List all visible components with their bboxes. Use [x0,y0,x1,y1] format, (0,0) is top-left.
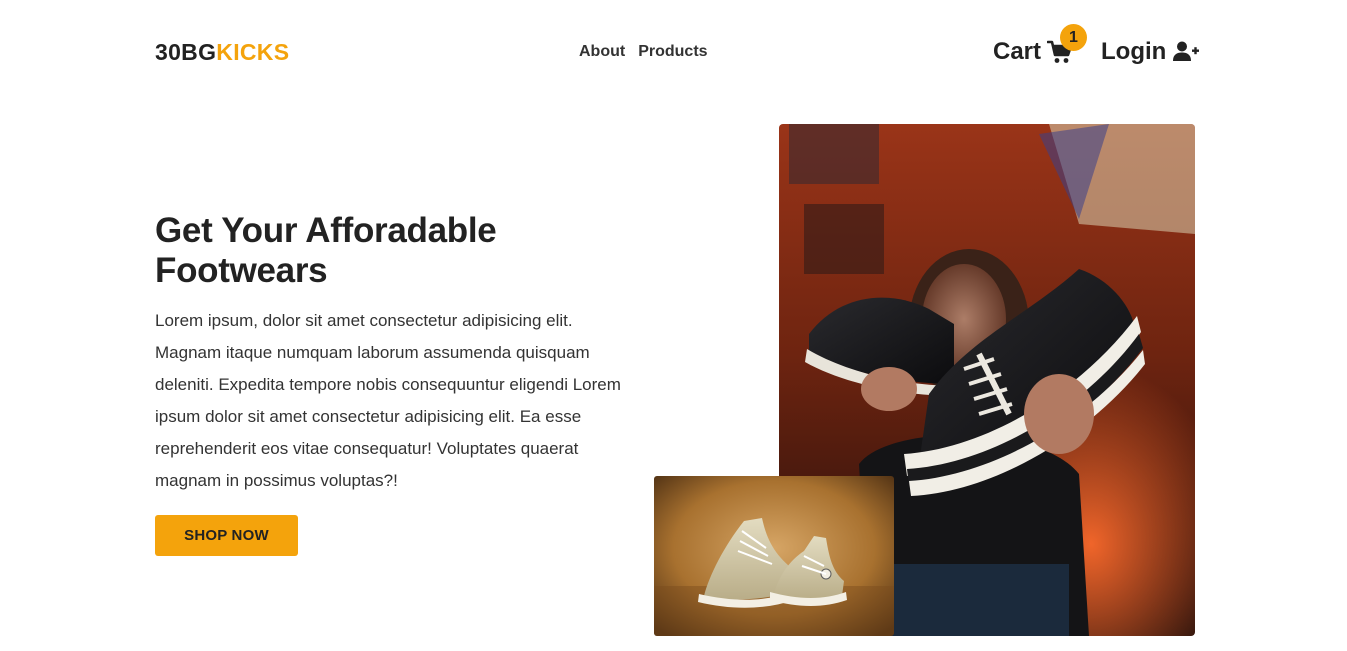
nav-link-about[interactable]: About [579,42,625,62]
cart-link[interactable]: Cart 1 [993,24,1087,67]
brand-logo-part-a: 30BG [155,39,217,65]
cart-count-badge: 1 [1060,24,1087,51]
hero-title: Get Your Afforadable Footwears [155,211,497,290]
hero-description: Lorem ipsum, dolor sit amet consectetur … [155,311,621,490]
brand-logo[interactable]: 30BGKICKS [155,39,289,65]
brand-logo-part-b: KICKS [216,39,290,65]
login-label: Login [1101,38,1167,65]
nav-link-products[interactable]: Products [638,42,707,62]
user-plus-icon [1173,41,1200,61]
cart-label: Cart [993,38,1042,65]
shop-now-button[interactable]: SHOP NOW [155,515,298,556]
site-header: 30BGKICKS About Products Cart 1 Login [0,0,1347,104]
hero-image-secondary [654,476,894,636]
main-nav: About Products [579,42,708,62]
login-link[interactable]: Login [1101,37,1200,67]
